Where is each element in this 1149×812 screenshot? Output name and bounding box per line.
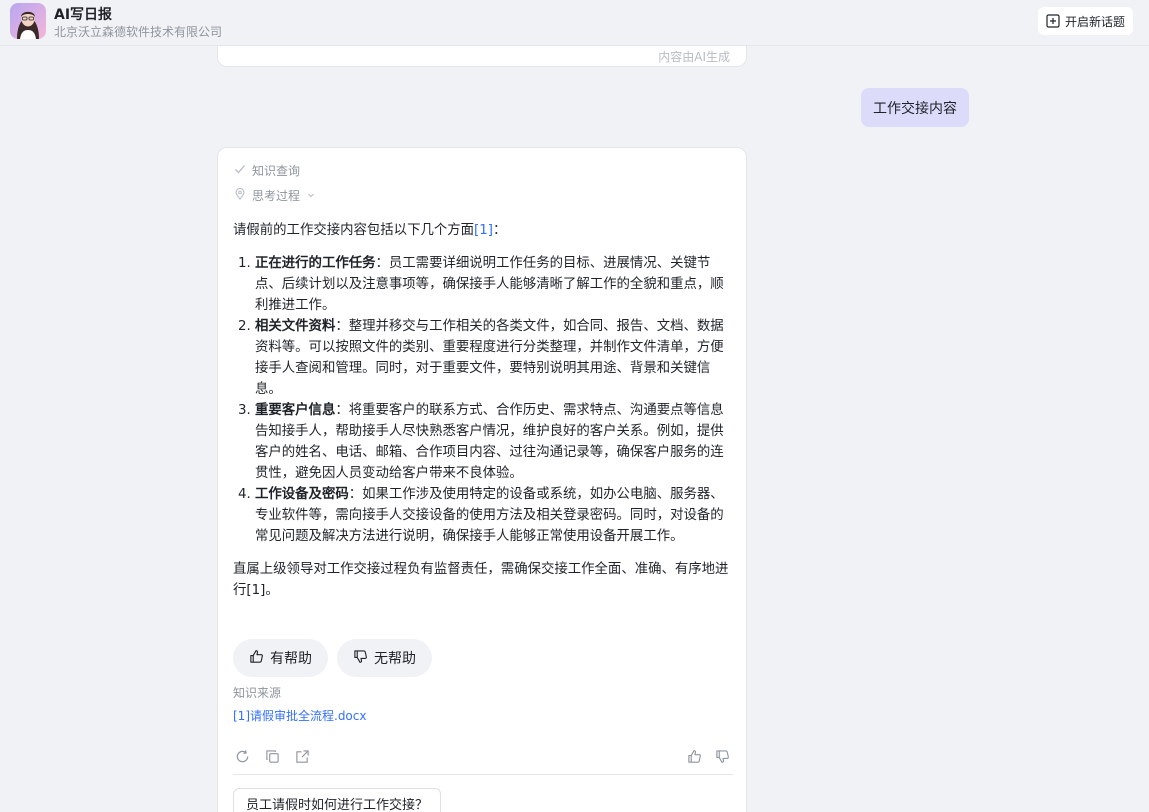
location-pin-icon xyxy=(234,187,246,203)
not-helpful-label: 无帮助 xyxy=(374,651,416,667)
answer-actions xyxy=(234,748,310,764)
step-label: 知识查询 xyxy=(252,164,301,178)
list-item: 工作设备及密码：如果工作涉及使用特定的设备或系统，如办公电脑、服务器、专业软件等… xyxy=(255,484,733,547)
app-subtitle: 北京沃立森德软件技术有限公司 xyxy=(54,25,223,39)
assistant-avatar xyxy=(10,3,46,39)
like-icon[interactable] xyxy=(686,748,702,764)
ai-generated-note: 内容由AI生成 xyxy=(658,50,730,64)
answer-outro: 直属上级领导对工作交接过程负有监督责任，需确保交接工作全面、准确、有序地进行[1… xyxy=(233,562,729,598)
list-item: 重要客户信息：将重要客户的联系方式、合作历史、需求特点、沟通要点等信息告知接手人… xyxy=(255,400,733,484)
citation-link[interactable]: [1] xyxy=(246,583,265,598)
answer-intro: 请假前的工作交接内容包括以下几个方面[1]： xyxy=(233,223,507,238)
app-title: AI写日报 xyxy=(54,7,113,23)
list-item: 相关文件资料：整理并移交与工作相关的各类文件，如合同、报告、文档、数据资料等。可… xyxy=(255,316,733,400)
user-message-bubble: 工作交接内容 xyxy=(861,88,969,127)
answer-rating-actions xyxy=(686,748,730,764)
knowledge-source-label: 知识来源 xyxy=(233,686,282,700)
new-topic-button[interactable]: 开启新话题 xyxy=(1037,7,1133,35)
share-icon[interactable] xyxy=(294,748,310,764)
thumbs-down-icon xyxy=(353,649,368,668)
suggested-question[interactable]: 员工请假时如何进行工作交接？ xyxy=(233,788,442,812)
regenerate-icon[interactable] xyxy=(234,748,250,764)
new-topic-icon xyxy=(1046,14,1060,28)
list-item: 正在进行的工作任务：员工需要详细说明工作任务的目标、进展情况、关键节点、后续计划… xyxy=(255,253,733,316)
divider xyxy=(233,774,733,775)
step-thinking-process[interactable]: 思考过程 xyxy=(234,187,316,204)
helpful-button[interactable]: 有帮助 xyxy=(233,639,328,677)
step-label: 思考过程 xyxy=(252,189,301,203)
new-topic-label: 开启新话题 xyxy=(1064,14,1125,29)
chevron-down-icon xyxy=(306,189,316,203)
dislike-icon[interactable] xyxy=(714,748,730,764)
helpful-label: 有帮助 xyxy=(270,651,312,667)
answer-content: 请假前的工作交接内容包括以下几个方面[1]： 正在进行的工作任务：员工需要详细说… xyxy=(233,220,733,601)
citation-link[interactable]: [1] xyxy=(474,223,493,238)
thumbs-up-icon xyxy=(249,649,264,668)
answer-list: 正在进行的工作任务：员工需要详细说明工作任务的目标、进展情况、关键节点、后续计划… xyxy=(233,253,733,547)
knowledge-source-link[interactable]: [1]请假审批全流程.docx xyxy=(233,707,366,724)
app-header: AI写日报 北京沃立森德软件技术有限公司 开启新话题 xyxy=(0,0,1149,46)
not-helpful-button[interactable]: 无帮助 xyxy=(337,639,432,677)
feedback-row: 有帮助 无帮助 xyxy=(233,639,432,677)
copy-icon[interactable] xyxy=(264,748,280,764)
check-icon xyxy=(234,163,246,178)
step-knowledge-query: 知识查询 xyxy=(234,162,300,179)
answer-card: 知识查询 思考过程 请假前的工作交接内容包括以下几个方面[1]： 正在进行的工作… xyxy=(217,147,747,812)
